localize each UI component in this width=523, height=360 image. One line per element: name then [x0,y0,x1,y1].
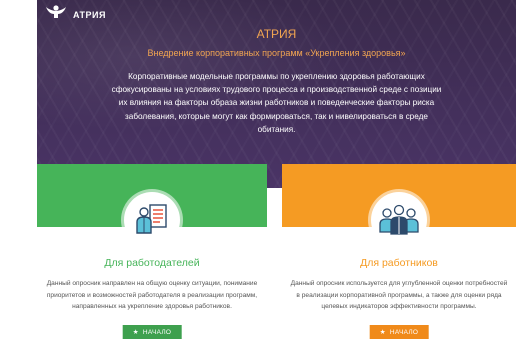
employee-card: Для работников Данный опросник используе… [282,164,516,360]
employee-card-text: Данный опросник используется для углубле… [290,280,508,310]
star-icon: ★ [379,329,386,336]
logo-icon [45,5,67,24]
hero-banner: АТРИЯ АТРИЯ Внедрение корпоративных прог… [37,0,516,188]
employer-start-button[interactable]: ★ НАЧАЛО [122,325,182,339]
hero-description: Корпоративные модельные программы по укр… [111,72,442,134]
employee-start-label: НАЧАЛО [389,328,419,336]
hero-title: АТРИЯ [256,27,297,41]
star-icon: ★ [132,329,139,336]
employer-checklist-icon [124,192,180,248]
employer-card-title: Для работодателей [104,257,200,269]
employer-card: Для работодателей Данный опросник направ… [37,164,267,360]
employer-start-label: НАЧАЛО [142,328,172,336]
employee-start-button[interactable]: ★ НАЧАЛО [369,325,429,339]
employees-group-icon [371,192,427,248]
logo-text: АТРИЯ [73,9,106,20]
employer-card-text: Данный опросник направлен на общую оценк… [46,280,258,310]
employee-card-title: Для работников [360,257,438,269]
logo[interactable]: АТРИЯ [45,5,106,24]
hero-subtitle: Внедрение корпоративных программ «Укрепл… [147,48,406,58]
